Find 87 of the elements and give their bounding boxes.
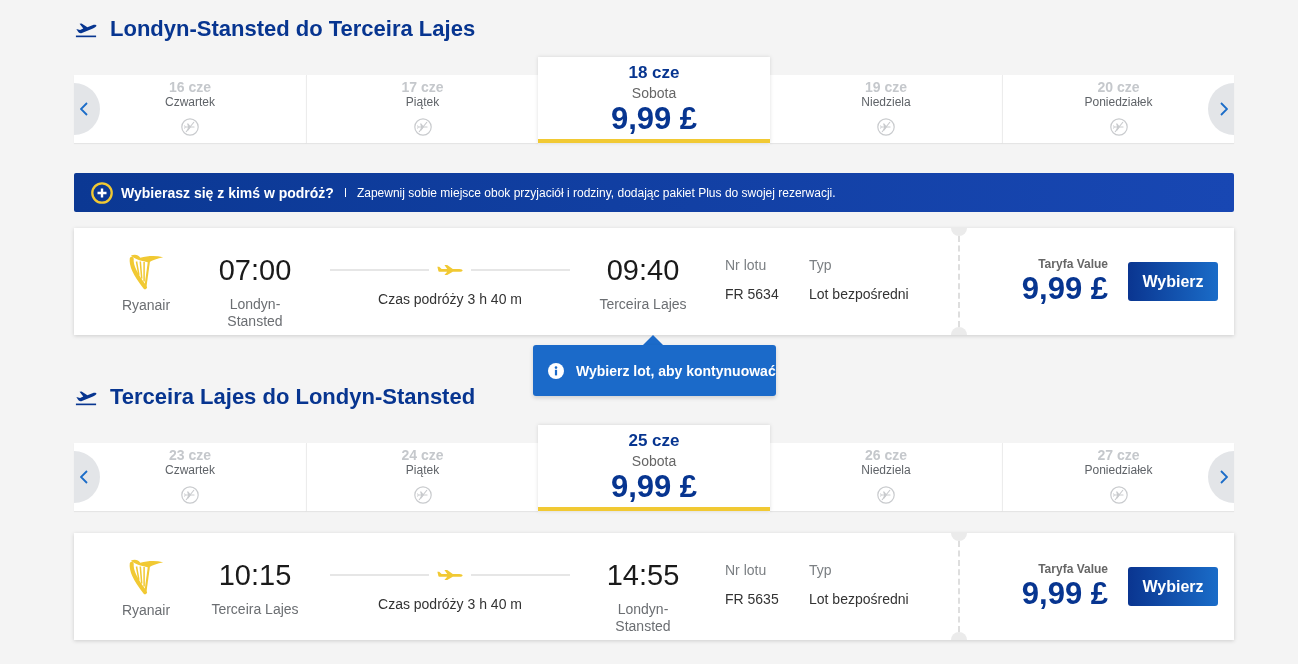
arrival-airport: Londyn-Stansted xyxy=(614,601,672,635)
departure-airport: Terceira Lajes xyxy=(211,601,299,618)
chevron-right-icon xyxy=(1220,102,1228,116)
harp-logo-icon xyxy=(127,252,165,290)
plane-takeoff-icon xyxy=(75,388,97,406)
departure-time: 10:15 xyxy=(218,558,292,592)
banner-text: Zapewnij sobie miejsce obok przyjaciół i rodziny, dodając pakiet Plus do swojej rezerwacji. xyxy=(356,185,836,200)
tab-date: 24 cze xyxy=(401,447,444,463)
plane-icon xyxy=(437,569,463,581)
banner-title: Wybierasz się z kimś w podróż? xyxy=(121,184,334,201)
tab-weekday: Poniedziałek xyxy=(1084,95,1153,110)
fare-label: Taryfa Value xyxy=(1038,257,1108,272)
flight-number-label: Nr lotu xyxy=(725,562,767,579)
no-flight-icon xyxy=(413,118,432,136)
no-flight-icon xyxy=(877,118,895,136)
tab-price: 9,99 £ xyxy=(610,102,698,136)
tab-weekday: Piątek xyxy=(405,95,440,110)
plus-icon xyxy=(91,181,113,204)
arrival-time: 14:55 xyxy=(606,558,680,592)
airline-name: Ryanair xyxy=(121,297,171,314)
tab-weekday: Piątek xyxy=(405,463,440,478)
card-notch xyxy=(951,533,967,541)
departure-airport: Londyn-Stansted xyxy=(226,296,284,330)
tab-weekday: Sobota xyxy=(631,453,677,469)
no-flight-icon xyxy=(413,486,432,504)
tab-date: 17 cze xyxy=(401,79,444,95)
chevron-left-icon xyxy=(80,470,88,484)
date-tab[interactable]: 16 cze Czwartek xyxy=(74,75,306,143)
tab-weekday: Czwartek xyxy=(165,95,215,110)
select-button[interactable]: Wybierz xyxy=(1128,262,1218,301)
tab-date: 18 cze xyxy=(628,63,680,83)
tab-date: 23 cze xyxy=(168,447,211,463)
chevron-right-icon xyxy=(1220,470,1228,484)
route-heading: Londyn-Stansted do Terceira Lajes xyxy=(110,15,476,43)
tab-date: 25 cze xyxy=(628,431,680,451)
flight-number-label: Nr lotu xyxy=(725,257,767,274)
tab-date: 27 cze xyxy=(1097,447,1140,463)
date-tab[interactable]: 18 cze Sobota 9,99 £ xyxy=(538,57,770,143)
date-tab[interactable]: 20 cze Poniedziałek xyxy=(1002,75,1234,143)
airline-name: Ryanair xyxy=(121,602,171,619)
select-button[interactable]: Wybierz xyxy=(1128,567,1218,606)
date-tab[interactable]: 27 cze Poniedziałek xyxy=(1002,443,1234,511)
tab-date: 20 cze xyxy=(1097,79,1140,95)
no-flight-icon xyxy=(1109,486,1128,504)
tab-price: 9,99 £ xyxy=(610,470,698,504)
date-tab[interactable]: 23 cze Czwartek xyxy=(74,443,306,511)
departure-time: 07:00 xyxy=(218,253,292,287)
plane-takeoff-icon xyxy=(75,20,97,38)
tab-weekday: Niedziela xyxy=(861,95,911,110)
fare-price: 9,99 £ xyxy=(1021,272,1108,306)
no-flight-icon xyxy=(181,486,199,504)
flight-type-label: Typ xyxy=(809,562,832,579)
tab-weekday: Czwartek xyxy=(165,463,215,478)
tab-weekday: Niedziela xyxy=(861,463,911,478)
arrival-airport: Terceira Lajes xyxy=(599,296,687,313)
chevron-left-icon xyxy=(80,102,88,116)
tab-date: 16 cze xyxy=(168,79,211,95)
date-tab[interactable]: 17 cze Piątek xyxy=(306,75,538,143)
flight-type: Lot bezpośredni xyxy=(809,591,909,608)
no-flight-icon xyxy=(877,486,895,504)
flight-number: FR 5634 xyxy=(725,286,779,303)
date-tab[interactable]: 25 cze Sobota 9,99 £ xyxy=(538,425,770,511)
date-tab[interactable]: 26 cze Niedziela xyxy=(770,443,1002,511)
tooltip-text: Wybierz lot, aby kontynuować xyxy=(576,362,776,379)
tab-weekday: Sobota xyxy=(631,85,677,101)
no-flight-icon xyxy=(181,118,199,136)
fare-label: Taryfa Value xyxy=(1038,562,1108,577)
date-tab[interactable]: 24 cze Piątek xyxy=(306,443,538,511)
route-heading: Terceira Lajes do Londyn-Stansted xyxy=(110,383,476,411)
tab-date: 26 cze xyxy=(864,447,907,463)
flight-duration: Czas podróży 3 h 40 m xyxy=(378,291,522,308)
harp-logo-icon xyxy=(127,557,165,595)
card-notch xyxy=(951,632,967,640)
arrival-time: 09:40 xyxy=(606,253,680,287)
fare-price: 9,99 £ xyxy=(1021,577,1108,611)
info-icon xyxy=(548,362,564,379)
plane-icon xyxy=(437,264,463,276)
flight-duration: Czas podróży 3 h 40 m xyxy=(378,596,522,613)
date-tab[interactable]: 19 cze Niedziela xyxy=(770,75,1002,143)
no-flight-icon xyxy=(1109,118,1128,136)
tab-date: 19 cze xyxy=(864,79,907,95)
tab-weekday: Poniedziałek xyxy=(1084,463,1153,478)
flight-type: Lot bezpośredni xyxy=(809,286,909,303)
card-notch xyxy=(951,228,967,236)
flight-type-label: Typ xyxy=(809,257,832,274)
card-notch xyxy=(951,327,967,335)
flight-number: FR 5635 xyxy=(725,591,779,608)
